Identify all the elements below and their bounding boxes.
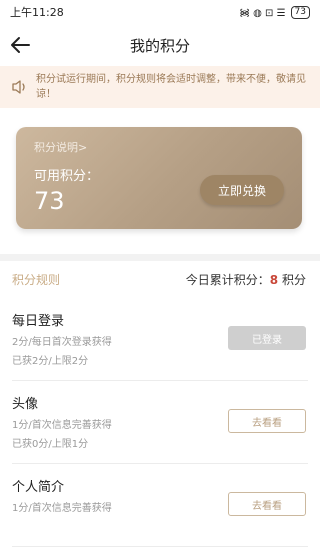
today-points: 今日累计积分：8 积分 <box>186 271 306 288</box>
task-rule: 2分/每日首次登录获得 <box>12 337 112 348</box>
task-item-daily-login: 每日登录 2分/每日首次登录获得 已获2分/上限2分 已登录 <box>12 298 308 381</box>
task-list: 每日登录 2分/每日首次登录获得 已获2分/上限2分 已登录 头像 1分/首次信… <box>12 298 308 547</box>
task-name: 个人简介 <box>12 480 65 495</box>
back-arrow-icon[interactable] <box>8 33 32 57</box>
task-rule: 1分/首次信息完善获得 <box>12 420 112 431</box>
points-card: 积分说明> 可用积分： 73 立即兑换 <box>16 127 302 229</box>
redeem-button[interactable]: 立即兑换 <box>200 175 284 205</box>
nav-bar: 我的积分 <box>0 24 320 66</box>
go-see-button[interactable]: 去看看 <box>228 409 306 433</box>
section-divider <box>0 254 320 261</box>
speaker-icon <box>12 80 25 94</box>
task-progress: 已获2分/上限2分 <box>12 356 89 367</box>
today-points-unit: 积分 <box>281 272 306 287</box>
today-points-label: 今日累计积分： <box>185 272 270 287</box>
status-time: 上午11:28 <box>10 6 64 19</box>
status-bar: 上午11:28 ᯼ ◍ ⊡ ☰ 73 <box>0 0 320 24</box>
notice-text: 积分试运行期间，积分规则将会适时调整，带来不便，敬请见谅！ <box>36 74 306 100</box>
signal-icons: ᯼ ◍ ⊡ ☰ <box>239 8 286 19</box>
task-item-bio: 个人简介 1分/首次信息完善获得 去看看 <box>12 464 308 547</box>
go-see-button[interactable]: 去看看 <box>228 492 306 516</box>
rules-title: 积分规则 <box>12 272 61 287</box>
task-progress: 已获0分/上限1分 <box>12 439 89 450</box>
status-icons: ᯼ ◍ ⊡ ☰ 73 <box>239 5 310 19</box>
logged-in-button[interactable]: 已登录 <box>228 326 306 350</box>
today-points-value: 8 <box>269 272 279 287</box>
rules-header: 积分规则 今日累计积分：8 积分 <box>0 266 320 292</box>
task-rule: 1分/首次信息完善获得 <box>12 503 112 514</box>
task-name: 头像 <box>12 397 39 412</box>
task-item-avatar: 头像 1分/首次信息完善获得 已获0分/上限1分 去看看 <box>12 381 308 464</box>
battery-icon: 73 <box>290 5 310 19</box>
task-name: 每日登录 <box>12 314 65 329</box>
notice-banner: 积分试运行期间，积分规则将会适时调整，带来不便，敬请见谅！ <box>0 66 320 108</box>
available-points-label: 可用积分： <box>34 169 100 184</box>
points-description-link[interactable]: 积分说明> <box>34 139 87 155</box>
page-title: 我的积分 <box>129 36 190 55</box>
available-points-value: 73 <box>34 187 65 215</box>
